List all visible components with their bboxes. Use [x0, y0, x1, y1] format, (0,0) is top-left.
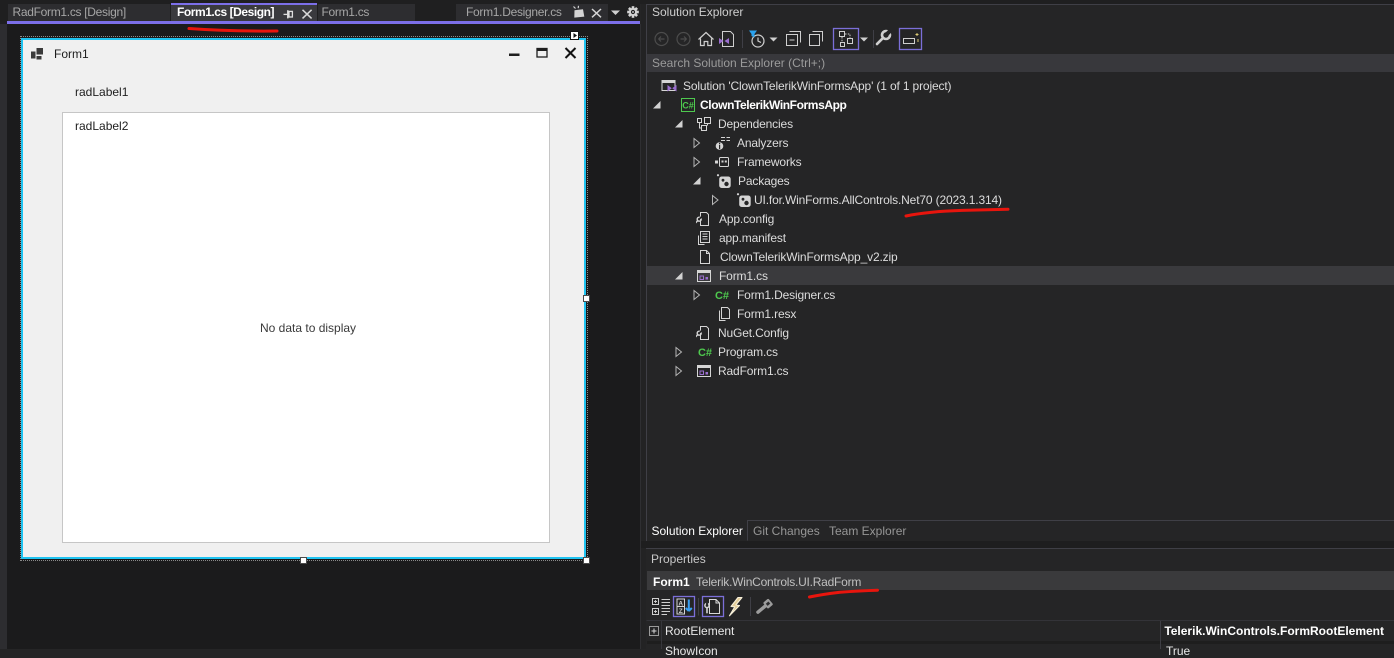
svg-text:Z: Z: [679, 608, 683, 615]
